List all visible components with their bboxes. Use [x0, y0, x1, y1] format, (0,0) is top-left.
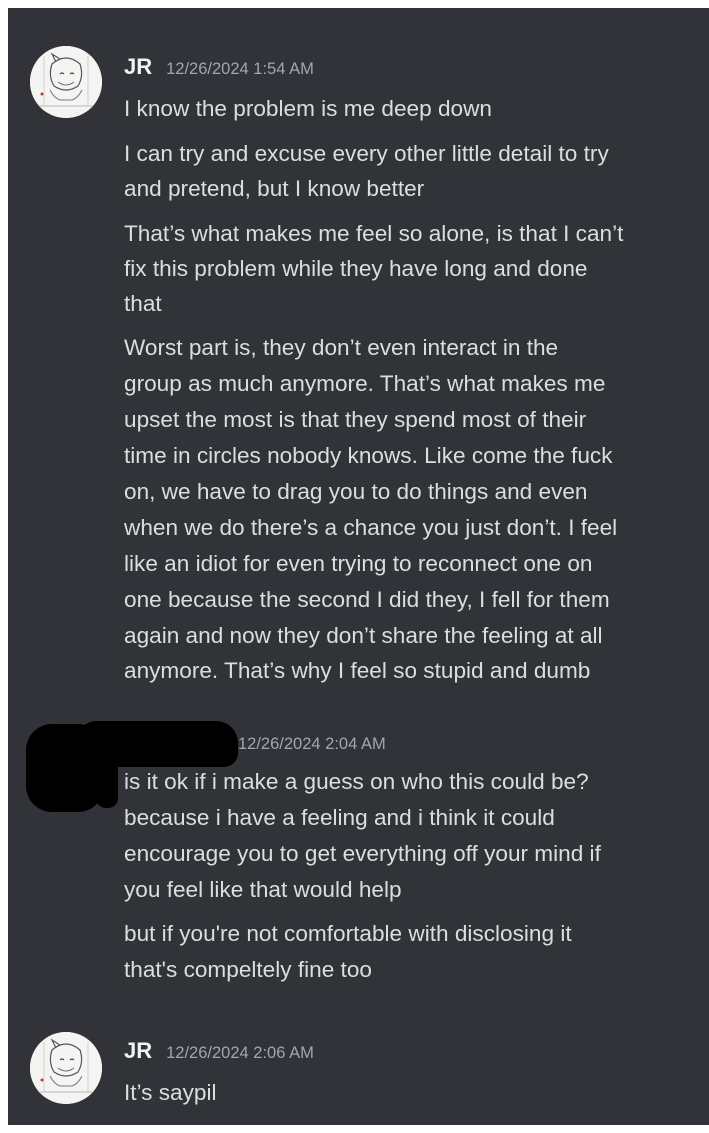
message-text: that's compeltely fine too [124, 957, 372, 982]
message-text: is it ok if i make a guess on who this c… [124, 769, 589, 794]
message-text: I know the problem is me deep down [124, 96, 492, 121]
message-text: upset the most is that they spend most o… [124, 407, 587, 432]
message-text: and pretend, but I know better [124, 176, 425, 201]
timestamp: 12/26/2024 2:06 AM [166, 1044, 314, 1062]
message-text: like an idiot for even trying to reconne… [124, 551, 593, 576]
message-text: I can try and excuse every other little … [124, 141, 609, 166]
username[interactable]: JR [124, 54, 152, 79]
message-text: because i have a feeling and i think it … [124, 805, 555, 830]
message-header: JR 12/26/2024 1:54 AM [124, 54, 314, 84]
message-text: that [124, 291, 162, 316]
message-text: on, we have to drag you to do things and… [124, 479, 588, 504]
message-text: encourage you to get everything off your… [124, 841, 601, 866]
user-avatar[interactable] [30, 1032, 102, 1104]
message-text: It’s saypil [124, 1080, 217, 1105]
timestamp: 12/26/2024 1:54 AM [166, 60, 314, 78]
chat-window: JR 12/26/2024 1:54 AM I know the problem… [8, 8, 709, 1125]
message-text: but if you're not comfortable with discl… [124, 921, 572, 946]
message-text: group as much anymore. That’s what makes… [124, 371, 606, 396]
username[interactable]: JR [124, 1038, 152, 1063]
message-header: 12/26/2024 2:04 AM [238, 735, 386, 765]
message-text: anymore. That’s why I feel so stupid and… [124, 658, 591, 683]
timestamp: 12/26/2024 2:04 AM [238, 735, 386, 753]
message-text: Worst part is, they don’t even interact … [124, 335, 559, 360]
message-header: JR 12/26/2024 2:06 AM [124, 1038, 314, 1068]
avatar-sketch-icon [30, 1032, 102, 1104]
message-text: again and now they don’t share the feeli… [124, 623, 603, 648]
message-text: when we do there’s a chance you just don… [124, 515, 618, 540]
message-text: That’s what makes me feel so alone, is t… [124, 221, 624, 246]
redaction-mark [96, 748, 118, 808]
user-avatar[interactable] [30, 46, 102, 118]
message-text: one because the second I did they, I fel… [124, 587, 610, 612]
message-text: you feel like that would help [124, 877, 402, 902]
message-text: time in circles nobody knows. Like come … [124, 443, 613, 468]
avatar-sketch-icon [30, 46, 102, 118]
message-text: fix this problem while they have long an… [124, 256, 588, 281]
